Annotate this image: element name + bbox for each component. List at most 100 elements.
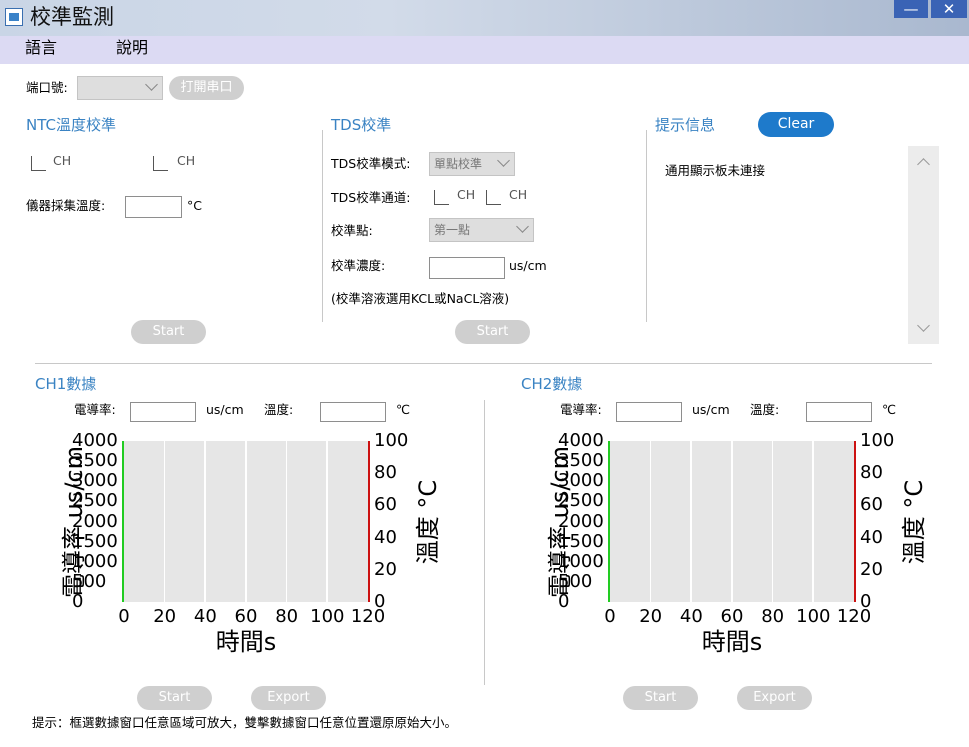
grid-line xyxy=(771,441,774,602)
y2-tick-label: 40 xyxy=(860,526,883,548)
info-message: 通用顯示板未連接 xyxy=(665,163,766,178)
info-scrollbar[interactable] xyxy=(908,146,939,344)
ch2-temp-field[interactable] xyxy=(806,402,872,422)
section-divider xyxy=(646,130,647,322)
x-axis-title: 時間s xyxy=(215,628,277,656)
tds-ch1-label: CH xyxy=(457,187,476,202)
ch1-start-button[interactable]: Start xyxy=(137,686,212,710)
grid-line xyxy=(245,441,247,602)
ntc-temp-field[interactable] xyxy=(125,196,182,218)
ntc-ch1-checkbox[interactable] xyxy=(31,156,46,171)
right-axis-line xyxy=(854,441,856,602)
grid-line xyxy=(204,441,206,602)
grid-line xyxy=(812,441,814,602)
y2-axis-title: 溫度 °C xyxy=(414,479,442,564)
chevron-down-icon xyxy=(497,154,510,167)
tds-section-title: TDS校準 xyxy=(331,116,392,134)
ch1-temp-field[interactable] xyxy=(320,402,386,422)
menu-language[interactable]: 語言 xyxy=(25,37,57,59)
grid-line xyxy=(649,441,652,602)
ch1-export-button[interactable]: Export xyxy=(251,686,326,710)
x-axis-title: 時間s xyxy=(701,628,763,656)
y-axis-title: 電導率 us/cm xyxy=(60,445,88,598)
window-title: 校準監測 xyxy=(30,5,114,29)
ch2-cond-field[interactable] xyxy=(616,402,682,422)
ntc-ch2-label: CH xyxy=(177,153,196,168)
ch2-cond-unit: us/cm xyxy=(692,402,730,417)
info-section-title: 提示信息 xyxy=(655,116,716,134)
x-tick-label: 20 xyxy=(153,606,177,627)
y2-axis-title: 溫度 °C xyxy=(900,479,928,564)
y2-tick-label: 60 xyxy=(374,494,397,516)
ntc-ch2-checkbox[interactable] xyxy=(153,156,168,171)
ntc-temp-label: 儀器採集溫度: xyxy=(26,198,106,213)
chevron-up-icon[interactable] xyxy=(917,158,930,171)
clear-button[interactable]: Clear xyxy=(758,112,834,137)
y2-tick-label: 100 xyxy=(374,430,409,451)
app-icon xyxy=(5,8,23,26)
grid-line xyxy=(285,441,288,602)
tds-conc-field[interactable] xyxy=(429,257,505,279)
tds-ch2-label: CH xyxy=(509,187,528,202)
grid-line xyxy=(163,441,166,602)
grid-line xyxy=(731,441,733,602)
x-tick-label: 100 xyxy=(310,606,345,627)
ch1-temp-label: 溫度: xyxy=(264,402,294,417)
x-tick-label: 80 xyxy=(275,606,299,627)
chevron-down-icon xyxy=(516,220,529,233)
tds-ch1-checkbox[interactable] xyxy=(434,190,449,205)
y2-tick-label: 60 xyxy=(860,494,883,516)
y2-tick-label: 100 xyxy=(860,430,895,451)
tds-start-button[interactable]: Start xyxy=(455,320,530,344)
tds-conc-unit: us/cm xyxy=(509,258,547,273)
ntc-temp-unit: °C xyxy=(187,198,202,213)
tds-mode-label: TDS校準模式: xyxy=(331,156,411,171)
tds-point-select[interactable]: 第一點 xyxy=(429,218,534,242)
title-bar xyxy=(0,0,969,36)
x-tick-label: 60 xyxy=(234,606,258,627)
tds-note: (校準溶液選用KCL或NaCL溶液) xyxy=(331,291,510,306)
ch1-cond-label: 電導率: xyxy=(74,402,116,417)
tds-channel-label: TDS校準通道: xyxy=(331,190,411,205)
tds-ch2-checkbox[interactable] xyxy=(486,190,501,205)
horizontal-divider xyxy=(35,363,932,364)
minimize-button[interactable]: — xyxy=(894,0,928,18)
footer-hint: 提示：框選數據窗口任意區域可放大，雙擊數據窗口任意位置還原原始大小。 xyxy=(32,715,458,730)
y-axis-title: 電導率 us/cm xyxy=(546,445,574,598)
ch2-temp-unit: ℃ xyxy=(882,402,897,417)
chart-divider xyxy=(484,400,485,685)
ch1-cond-field[interactable] xyxy=(130,402,196,422)
x-tick-label: 100 xyxy=(796,606,831,627)
ch1-section-title: CH1數據 xyxy=(35,375,97,393)
chevron-down-icon xyxy=(145,78,158,91)
right-axis-line xyxy=(368,441,370,602)
ntc-start-button[interactable]: Start xyxy=(131,320,206,344)
tds-point-label: 校準點: xyxy=(331,223,373,238)
left-axis-line xyxy=(122,441,124,602)
x-tick-label: 40 xyxy=(679,606,703,627)
port-select[interactable] xyxy=(77,76,163,100)
ntc-section-title: NTC溫度校準 xyxy=(26,116,116,134)
y2-tick-label: 0 xyxy=(374,591,386,612)
y2-tick-label: 0 xyxy=(860,591,872,612)
open-port-button[interactable]: 打開串口 xyxy=(169,76,244,100)
y2-tick-label: 20 xyxy=(374,558,397,580)
ch2-temp-label: 溫度: xyxy=(750,402,780,417)
tds-conc-label: 校準濃度: xyxy=(331,258,386,273)
section-divider xyxy=(322,130,323,322)
ch2-export-button[interactable]: Export xyxy=(737,686,812,710)
ch2-start-button[interactable]: Start xyxy=(623,686,698,710)
chevron-down-icon[interactable] xyxy=(917,319,930,332)
close-button[interactable]: ✕ xyxy=(931,0,967,18)
ntc-ch1-label: CH xyxy=(53,153,72,168)
x-tick-label: 60 xyxy=(720,606,744,627)
y2-tick-label: 40 xyxy=(374,526,397,548)
left-axis-line xyxy=(608,441,610,602)
ch2-section-title: CH2數據 xyxy=(521,375,583,393)
menu-help[interactable]: 說明 xyxy=(116,37,148,59)
ch2-cond-label: 電導率: xyxy=(560,402,602,417)
y2-tick-label: 80 xyxy=(374,462,397,484)
tds-mode-select[interactable]: 單點校準 xyxy=(429,152,515,176)
x-tick-label: 20 xyxy=(639,606,663,627)
grid-line xyxy=(326,441,328,602)
